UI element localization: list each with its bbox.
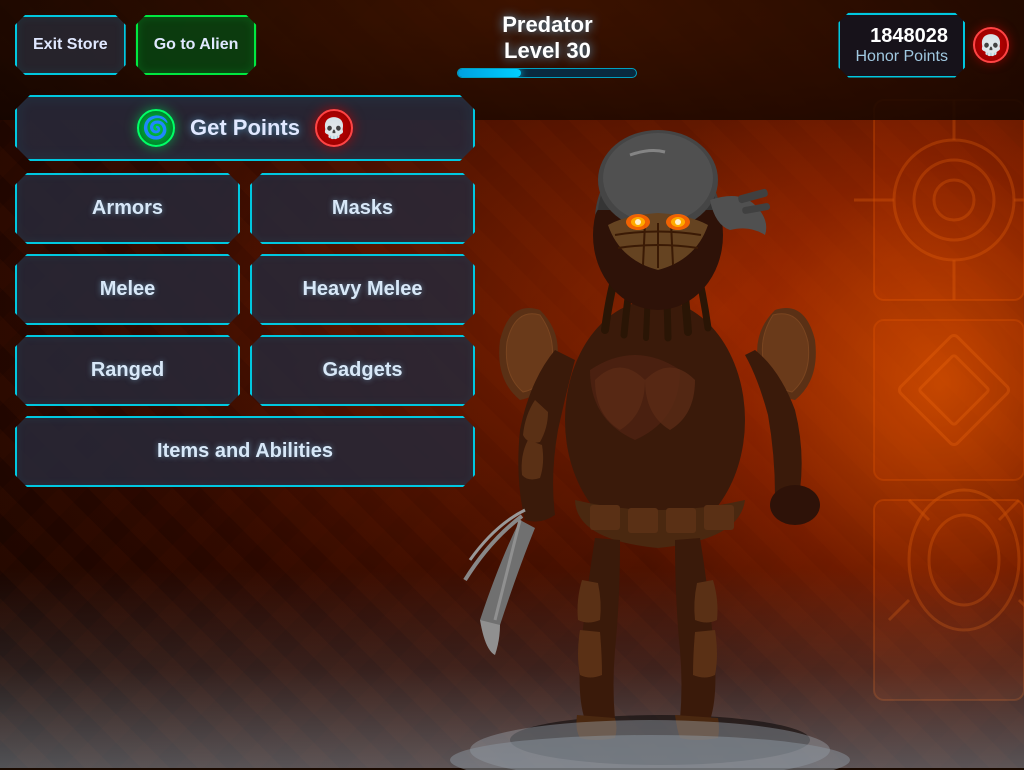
store-row-3: Ranged Gadgets: [15, 335, 475, 406]
ranged-button[interactable]: Ranged: [15, 335, 240, 406]
go-to-alien-button[interactable]: Go to Alien: [136, 15, 257, 75]
header: Exit Store Go to Alien Predator Level 30…: [0, 0, 1024, 90]
xp-bar-fill: [458, 69, 520, 77]
armors-button[interactable]: Armors: [15, 173, 240, 244]
melee-button[interactable]: Melee: [15, 254, 240, 325]
items-abilities-button[interactable]: Items and Abilities: [15, 416, 475, 487]
store-panel: 🌀 Get Points 💀 Armors Masks Melee Heavy …: [15, 95, 475, 487]
honor-skull-icon: 💀: [973, 27, 1009, 63]
exit-store-button[interactable]: Exit Store: [15, 15, 126, 75]
player-level: Level 30: [457, 38, 637, 64]
gadgets-button[interactable]: Gadgets: [250, 335, 475, 406]
red-skull-icon: 💀: [315, 109, 353, 147]
store-row-1: Armors Masks: [15, 173, 475, 244]
get-points-button[interactable]: 🌀 Get Points 💀: [15, 95, 475, 161]
masks-button[interactable]: Masks: [250, 173, 475, 244]
green-spiral-icon: 🌀: [137, 109, 175, 147]
header-right: 1848028 Honor Points 💀: [838, 13, 1009, 78]
honor-points-label: Honor Points: [855, 48, 948, 66]
player-info: Predator Level 30: [457, 12, 637, 78]
player-name: Predator: [457, 12, 637, 38]
heavy-melee-button[interactable]: Heavy Melee: [250, 254, 475, 325]
xp-bar-container: [457, 68, 637, 78]
honor-container: 1848028 Honor Points: [838, 13, 965, 78]
honor-points-value: 1848028: [855, 25, 948, 48]
store-row-2: Melee Heavy Melee: [15, 254, 475, 325]
get-points-label: Get Points: [190, 115, 300, 141]
header-left-buttons: Exit Store Go to Alien: [15, 15, 256, 75]
